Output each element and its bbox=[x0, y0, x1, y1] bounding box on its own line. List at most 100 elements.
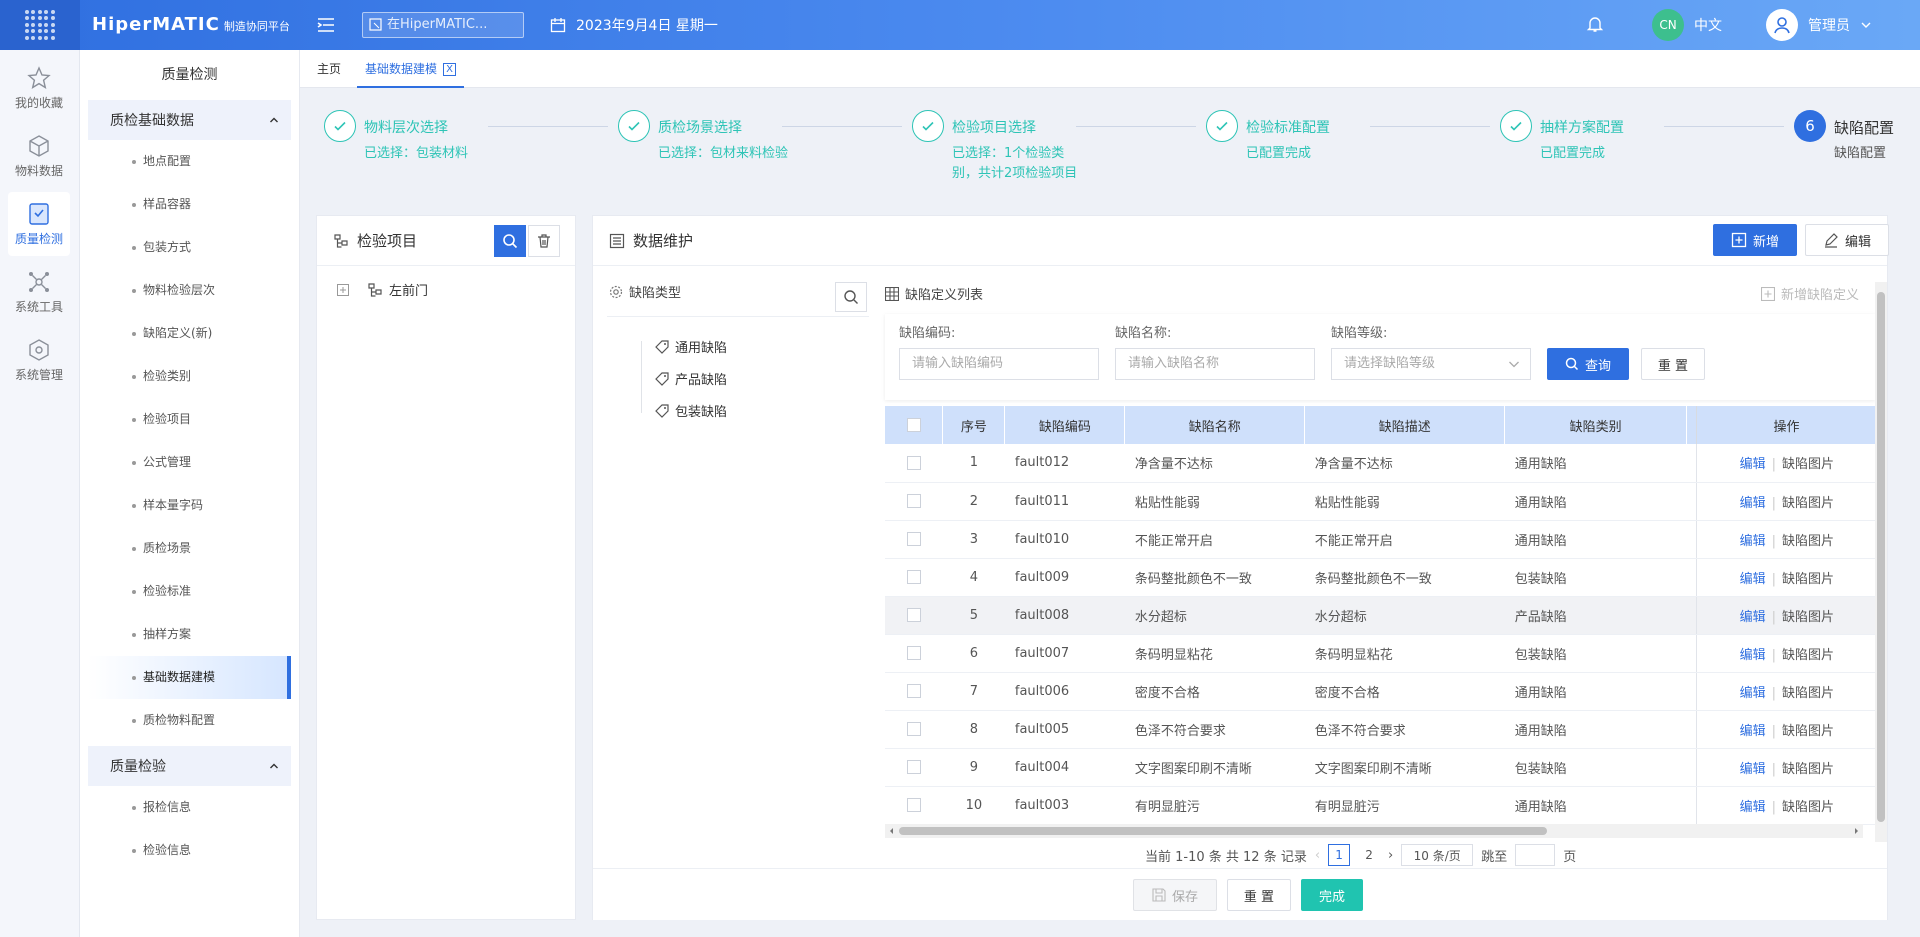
language-switcher[interactable]: CN 中文 bbox=[1652, 9, 1722, 41]
row-checkbox[interactable] bbox=[885, 558, 943, 597]
global-search-input[interactable]: 在HiperMATIC... bbox=[362, 12, 524, 38]
defect-level-select[interactable]: 请选择缺陷等级 bbox=[1331, 348, 1531, 380]
page-1[interactable]: 1 bbox=[1328, 844, 1351, 866]
table-row[interactable]: 5 fault008 水分超标 水分超标 产品缺陷 编辑 | 缺陷图片 bbox=[885, 596, 1877, 635]
row-checkbox[interactable] bbox=[885, 710, 943, 749]
tab-close-icon[interactable]: X bbox=[443, 63, 457, 76]
sidebar-item[interactable]: 质检场景 bbox=[88, 527, 291, 570]
table-row[interactable]: 1 fault012 净含量不达标 净含量不达标 通用缺陷 编辑 | 缺陷图片 bbox=[885, 444, 1877, 483]
row-checkbox[interactable] bbox=[885, 672, 943, 711]
defect-code-input[interactable]: 请输入缺陷编码 bbox=[899, 348, 1099, 380]
delete-button[interactable] bbox=[528, 225, 560, 257]
row-defect-image-link[interactable]: 缺陷图片 bbox=[1782, 610, 1834, 625]
user-menu[interactable]: 管理员 bbox=[1766, 9, 1872, 41]
row-edit-link[interactable]: 编辑 bbox=[1740, 762, 1766, 777]
scroll-thumb[interactable] bbox=[1877, 292, 1885, 822]
row-edit-link[interactable]: 编辑 bbox=[1740, 496, 1766, 511]
table-row[interactable]: 2 fault011 粘贴性能弱 粘贴性能弱 通用缺陷 编辑 | 缺陷图片 bbox=[885, 482, 1877, 521]
vertical-scrollbar[interactable] bbox=[1875, 282, 1887, 842]
sidebar-group-basic-data[interactable]: 质检基础数据 bbox=[88, 100, 291, 140]
scroll-right-icon[interactable] bbox=[1852, 824, 1860, 838]
sidebar-item[interactable]: 缺陷定义(新) bbox=[88, 312, 291, 355]
sidebar-item[interactable]: 抽样方案 bbox=[88, 613, 291, 656]
save-button[interactable]: 保存 bbox=[1133, 879, 1217, 911]
query-button[interactable]: 查询 bbox=[1547, 348, 1629, 380]
page-size-select[interactable]: 10 条/页 bbox=[1401, 844, 1474, 866]
table-row[interactable]: 4 fault009 条码整批颜色不一致 条码整批颜色不一致 包装缺陷 编辑 | 缺陷图片 bbox=[885, 558, 1877, 597]
row-checkbox[interactable] bbox=[885, 596, 943, 635]
table-row[interactable]: 3 fault010 不能正常开启 不能正常开启 通用缺陷 编辑 | 缺陷图片 bbox=[885, 520, 1877, 559]
row-checkbox[interactable] bbox=[885, 748, 943, 787]
row-edit-link[interactable]: 编辑 bbox=[1740, 610, 1766, 625]
reset-button[interactable]: 重 置 bbox=[1227, 879, 1291, 911]
tree-node-left-front-door[interactable]: 左前门 bbox=[337, 280, 428, 299]
row-edit-link[interactable]: 编辑 bbox=[1740, 457, 1766, 472]
expand-plus-icon[interactable] bbox=[337, 283, 349, 296]
row-defect-image-link[interactable]: 缺陷图片 bbox=[1782, 762, 1834, 777]
sidebar-item[interactable]: 样品容器 bbox=[88, 183, 291, 226]
scroll-left-icon[interactable] bbox=[888, 824, 896, 838]
notification-bell-icon[interactable] bbox=[1586, 15, 1604, 37]
sidebar-item[interactable]: 物料检验层次 bbox=[88, 269, 291, 312]
table-row[interactable]: 7 fault006 密度不合格 密度不合格 通用缺陷 编辑 | 缺陷图片 bbox=[885, 672, 1877, 711]
tab-home[interactable]: 主页 bbox=[309, 50, 349, 88]
row-checkbox[interactable] bbox=[885, 634, 943, 673]
sidebar-item[interactable]: 公式管理 bbox=[88, 441, 291, 484]
tab-modeling[interactable]: 基础数据建模 X bbox=[357, 50, 465, 88]
row-edit-link[interactable]: 编辑 bbox=[1740, 572, 1766, 587]
defect-name-input[interactable]: 请输入缺陷名称 bbox=[1115, 348, 1315, 380]
defect-type-general[interactable]: 通用缺陷 bbox=[655, 337, 727, 356]
page-2[interactable]: 2 bbox=[1358, 844, 1380, 866]
app-launcher-icon[interactable] bbox=[0, 0, 80, 50]
row-checkbox[interactable] bbox=[885, 444, 943, 483]
sidebar-item[interactable]: 报检信息 bbox=[88, 786, 291, 829]
table-row[interactable]: 10 fault003 有明显脏污 有明显脏污 通用缺陷 编辑 | 缺陷图片 bbox=[885, 786, 1877, 825]
table-row[interactable]: 8 fault005 色泽不符合要求 色泽不符合要求 通用缺陷 编辑 | 缺陷图片 bbox=[885, 710, 1877, 749]
prev-page-icon[interactable]: ‹ bbox=[1315, 848, 1320, 863]
module-material-data[interactable]: 物料数据 bbox=[8, 124, 70, 188]
sidebar-item[interactable]: 检验项目 bbox=[88, 398, 291, 441]
horizontal-scrollbar[interactable] bbox=[885, 824, 1863, 838]
row-defect-image-link[interactable]: 缺陷图片 bbox=[1782, 648, 1834, 663]
edit-button[interactable]: 编辑 bbox=[1805, 224, 1889, 256]
sidebar-item[interactable]: 样本量字码 bbox=[88, 484, 291, 527]
defect-type-packaging[interactable]: 包装缺陷 bbox=[655, 401, 727, 420]
menu-toggle-icon[interactable] bbox=[316, 15, 336, 35]
sidebar-item[interactable]: 地点配置 bbox=[88, 140, 291, 183]
sidebar-item[interactable]: 检验类别 bbox=[88, 355, 291, 398]
module-favorites[interactable]: 我的收藏 bbox=[8, 56, 70, 120]
sidebar-group-quality-inspection[interactable]: 质量检验 bbox=[88, 746, 291, 786]
row-checkbox[interactable] bbox=[885, 520, 943, 559]
sidebar-item[interactable]: 质检物料配置 bbox=[88, 699, 291, 742]
add-defect-definition-button[interactable]: 新增缺陷定义 bbox=[1761, 284, 1859, 303]
row-edit-link[interactable]: 编辑 bbox=[1740, 686, 1766, 701]
row-defect-image-link[interactable]: 缺陷图片 bbox=[1782, 686, 1834, 701]
defect-type-search-button[interactable] bbox=[835, 282, 867, 312]
row-defect-image-link[interactable]: 缺陷图片 bbox=[1782, 534, 1834, 549]
row-defect-image-link[interactable]: 缺陷图片 bbox=[1782, 800, 1834, 815]
table-row[interactable]: 9 fault004 文字图案印刷不清晰 文字图案印刷不清晰 包装缺陷 编辑 | 缺陷图片 bbox=[885, 748, 1877, 787]
scroll-thumb[interactable] bbox=[899, 827, 1547, 835]
sidebar-item[interactable]: 检验标准 bbox=[88, 570, 291, 613]
sidebar-item[interactable]: 包装方式 bbox=[88, 226, 291, 269]
row-checkbox[interactable] bbox=[885, 786, 943, 825]
select-all-checkbox[interactable] bbox=[885, 406, 944, 444]
module-quality-inspection[interactable]: 质量检测 bbox=[8, 192, 70, 256]
module-system-management[interactable]: 系统管理 bbox=[8, 328, 70, 392]
search-button[interactable] bbox=[494, 225, 526, 257]
row-edit-link[interactable]: 编辑 bbox=[1740, 648, 1766, 663]
add-button[interactable]: 新增 bbox=[1713, 224, 1797, 256]
table-row[interactable]: 6 fault007 条码明显粘花 条码明显粘花 包装缺陷 编辑 | 缺陷图片 bbox=[885, 634, 1877, 673]
next-page-icon[interactable]: › bbox=[1388, 848, 1393, 863]
row-defect-image-link[interactable]: 缺陷图片 bbox=[1782, 572, 1834, 587]
sidebar-item-active[interactable]: 基础数据建模 bbox=[88, 656, 291, 699]
goto-page-input[interactable] bbox=[1515, 844, 1556, 866]
done-button[interactable]: 完成 bbox=[1301, 879, 1363, 911]
reset-filter-button[interactable]: 重 置 bbox=[1641, 348, 1705, 380]
row-defect-image-link[interactable]: 缺陷图片 bbox=[1782, 496, 1834, 511]
row-defect-image-link[interactable]: 缺陷图片 bbox=[1782, 457, 1834, 472]
row-defect-image-link[interactable]: 缺陷图片 bbox=[1782, 724, 1834, 739]
row-edit-link[interactable]: 编辑 bbox=[1740, 800, 1766, 815]
sidebar-item[interactable]: 检验信息 bbox=[88, 829, 291, 872]
module-system-tools[interactable]: 系统工具 bbox=[8, 260, 70, 324]
